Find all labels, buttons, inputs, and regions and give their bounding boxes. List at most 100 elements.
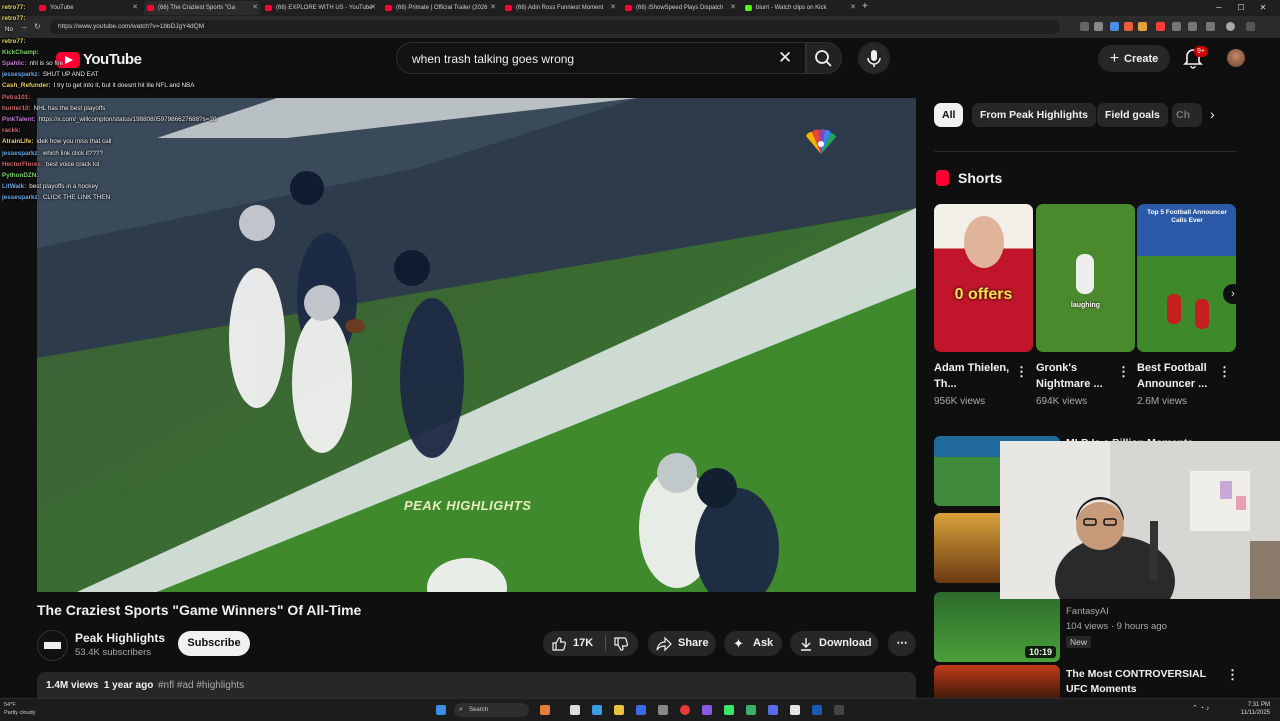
extension-icon[interactable] bbox=[1080, 22, 1089, 31]
browser-tab[interactable]: (66) EXPLORE WITH US - YouTube ✕ bbox=[262, 1, 378, 15]
chat-message: LitWalk: best playoffs in a hockey bbox=[2, 181, 272, 192]
recommendation-title[interactable]: The Most CONTROVERSIAL UFC Moments bbox=[1066, 667, 1216, 697]
recommendation-channel[interactable]: FantasyAI bbox=[1066, 606, 1109, 617]
chip-all[interactable]: All bbox=[934, 103, 964, 127]
chrome-icon[interactable] bbox=[680, 705, 690, 715]
tray-icons[interactable]: ⌃ ◔ ♪ bbox=[1192, 704, 1209, 712]
taskbar-app-icon[interactable] bbox=[724, 705, 734, 715]
search-button[interactable] bbox=[806, 42, 842, 74]
close-tab-icon[interactable]: ✕ bbox=[850, 1, 856, 15]
short-title[interactable]: Gronk's Nightmare ... bbox=[1036, 360, 1121, 392]
chat-username[interactable]: Petra101: bbox=[2, 94, 30, 101]
chat-username[interactable]: retro77: bbox=[2, 15, 25, 22]
short-thumbnail[interactable]: laughing bbox=[1036, 204, 1135, 352]
download-button[interactable]: Download bbox=[790, 631, 878, 656]
channel-name[interactable]: Peak Highlights bbox=[75, 631, 165, 645]
close-tab-icon[interactable]: ✕ bbox=[730, 1, 736, 15]
chip-field-goals[interactable]: Field goals bbox=[1097, 103, 1168, 127]
chat-username[interactable]: AtrainLife: bbox=[2, 138, 34, 145]
clock-time: 7:31 PM bbox=[1247, 702, 1270, 708]
thumbs-down-icon[interactable] bbox=[613, 636, 629, 652]
chat-username[interactable]: HectorFlores: bbox=[2, 161, 43, 168]
search-input[interactable] bbox=[410, 43, 774, 75]
hashtags[interactable]: #nfl #ad #highlights bbox=[158, 680, 244, 691]
shorts-next-button[interactable]: › bbox=[1223, 284, 1243, 304]
extension-icon[interactable] bbox=[1110, 22, 1119, 31]
menu-icon[interactable] bbox=[1246, 22, 1255, 31]
more-actions-button[interactable]: ⋯ bbox=[888, 631, 916, 656]
chat-username[interactable]: hunter10: bbox=[2, 105, 31, 112]
chat-username[interactable]: rackk: bbox=[2, 127, 21, 134]
recommendation-thumbnail[interactable] bbox=[934, 665, 1060, 700]
short-thumbnail[interactable]: 0 offers bbox=[934, 204, 1033, 352]
extensions-puzzle-icon[interactable] bbox=[1188, 22, 1197, 31]
chip-truncated[interactable]: Ch bbox=[1172, 103, 1202, 127]
file-explorer-icon[interactable] bbox=[614, 705, 624, 715]
short-title[interactable]: Best Football Announcer ... bbox=[1137, 360, 1222, 392]
extension-icon[interactable] bbox=[1156, 22, 1165, 31]
taskbar-search[interactable]: ⌕ Search bbox=[454, 703, 529, 717]
more-vert-icon[interactable]: ⋮ bbox=[1218, 364, 1231, 380]
more-vert-icon[interactable]: ⋮ bbox=[1226, 667, 1239, 683]
edge-icon[interactable] bbox=[592, 705, 602, 715]
short-title[interactable]: Adam Thielen, Th... bbox=[934, 360, 1019, 392]
browser-tab[interactable]: blurri - Watch clips on Kick ✕ bbox=[742, 1, 858, 15]
recommendation-thumbnail[interactable]: 10:19 bbox=[934, 592, 1060, 662]
browser-tab[interactable]: (66) Adin Ross Funniest Moment ✕ bbox=[502, 1, 618, 15]
chat-username[interactable]: jessesparkz: bbox=[2, 71, 40, 78]
channel-avatar[interactable] bbox=[37, 630, 68, 661]
more-vert-icon[interactable]: ⋮ bbox=[1015, 364, 1028, 380]
account-avatar[interactable] bbox=[1227, 49, 1245, 67]
extension-icon[interactable] bbox=[1172, 22, 1181, 31]
browser-tab[interactable]: (66) iShowSpeed Plays Dispatch ✕ bbox=[622, 1, 738, 15]
chat-username[interactable]: Spahlic: bbox=[2, 60, 27, 67]
chevron-right-icon[interactable]: › bbox=[1210, 106, 1215, 122]
weather-widget[interactable]: 54°F Partly cloudy bbox=[4, 701, 36, 717]
taskbar-app-icon[interactable] bbox=[702, 705, 712, 715]
chat-username[interactable]: jessesparkz: bbox=[2, 150, 40, 157]
chat-username[interactable]: KickChamp: bbox=[2, 49, 39, 56]
share-button[interactable]: Share bbox=[648, 631, 716, 656]
taskbar-app-icon[interactable] bbox=[746, 705, 756, 715]
extension-icon[interactable] bbox=[1124, 22, 1133, 31]
chat-username[interactable]: PinkTalent: bbox=[2, 116, 35, 123]
windows-start-icon[interactable] bbox=[436, 705, 446, 715]
chip-from-peak-highlights[interactable]: From Peak Highlights bbox=[972, 103, 1096, 127]
bookmark-star-icon[interactable] bbox=[1094, 22, 1103, 31]
clock[interactable]: 7:31 PM 11/11/2025 bbox=[1241, 701, 1270, 717]
clear-search-icon[interactable]: ✕ bbox=[778, 48, 792, 68]
discord-icon[interactable] bbox=[768, 705, 778, 715]
chat-username[interactable]: PythonDZN: bbox=[2, 172, 38, 179]
voice-search-button[interactable] bbox=[858, 42, 890, 74]
taskbar-app-icon[interactable] bbox=[834, 705, 844, 715]
chat-username[interactable]: retro77: bbox=[2, 4, 25, 11]
chat-username[interactable]: LitWalk: bbox=[2, 183, 26, 190]
chat-username[interactable]: retro77: bbox=[2, 38, 25, 45]
taskbar-app-icon[interactable] bbox=[658, 705, 668, 715]
close-tab-icon[interactable]: ✕ bbox=[490, 1, 496, 15]
browser-tab[interactable]: (66) Primate | Official Trailer (2026 ✕ bbox=[382, 1, 498, 15]
chat-username[interactable]: jessesparkz: bbox=[2, 194, 40, 201]
maximize-icon[interactable]: ☐ bbox=[1230, 0, 1252, 16]
close-tab-icon[interactable]: ✕ bbox=[610, 1, 616, 15]
store-icon[interactable] bbox=[636, 705, 646, 715]
minimize-icon[interactable]: ─ bbox=[1208, 0, 1230, 16]
close-window-icon[interactable]: ✕ bbox=[1252, 0, 1274, 16]
close-tab-icon[interactable]: ✕ bbox=[370, 1, 376, 15]
chat-username[interactable]: Cash_Refunder: bbox=[2, 82, 51, 89]
subscribe-button[interactable]: Subscribe bbox=[178, 631, 250, 656]
steam-icon[interactable] bbox=[812, 705, 822, 715]
new-tab-button[interactable]: + bbox=[862, 1, 868, 12]
profile-icon[interactable] bbox=[1226, 22, 1235, 31]
short-thumbnail[interactable]: Top 5 Football Announcer Calls Ever bbox=[1137, 204, 1236, 352]
create-button[interactable]: + Create bbox=[1098, 45, 1170, 72]
taskbar-app-icon[interactable] bbox=[790, 705, 800, 715]
like-count[interactable]: 17K bbox=[573, 631, 593, 656]
extension-icon[interactable] bbox=[1138, 22, 1147, 31]
thumbs-up-icon[interactable] bbox=[551, 636, 567, 652]
sidebar-icon[interactable] bbox=[1206, 22, 1215, 31]
more-vert-icon[interactable]: ⋮ bbox=[1117, 364, 1130, 380]
ask-button[interactable]: ✦ Ask bbox=[724, 631, 782, 656]
taskbar-app-icon[interactable] bbox=[540, 705, 550, 715]
task-view-icon[interactable] bbox=[570, 705, 580, 715]
